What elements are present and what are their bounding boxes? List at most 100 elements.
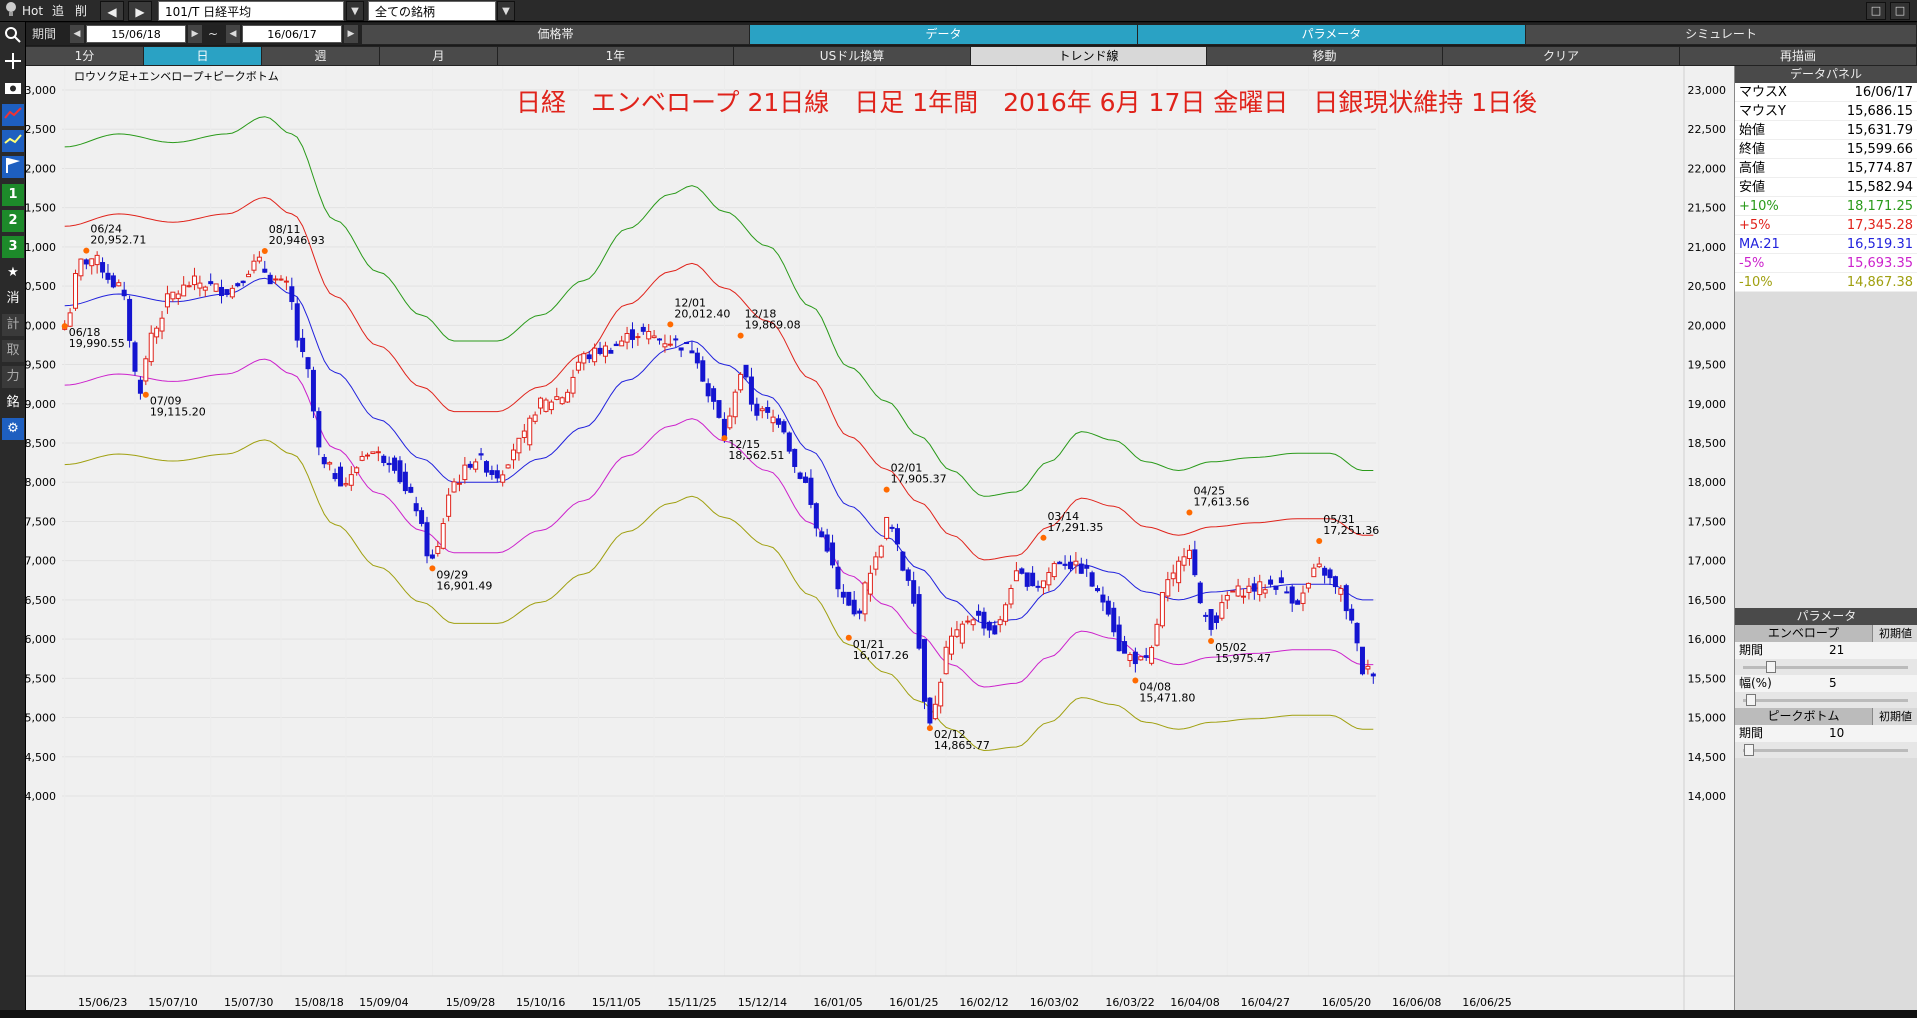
candle-body	[300, 337, 306, 353]
candle-body	[684, 342, 690, 345]
preset-2-button[interactable]: 2	[2, 210, 24, 232]
candle-body	[743, 364, 749, 378]
gear-icon[interactable]: ⚙	[2, 418, 24, 440]
slider-thumb[interactable]	[1765, 661, 1776, 673]
restore-window-button[interactable]: □	[1866, 2, 1886, 20]
candle-body	[408, 486, 414, 493]
line-chart-icon[interactable]	[2, 104, 24, 126]
peak-value-label: 15,471.80	[1139, 692, 1195, 705]
take-button[interactable]: 取	[2, 340, 24, 362]
delete-button[interactable]: 削	[75, 1, 87, 21]
candle-body	[1046, 572, 1052, 586]
tab-parameter[interactable]: パラメータ	[1138, 25, 1526, 44]
prev-symbol-button[interactable]: ◀	[100, 1, 124, 21]
tab-clear[interactable]: クリア	[1443, 47, 1680, 65]
peakbottom-reset-button[interactable]: 初期値	[1872, 708, 1917, 725]
candle-body	[1040, 580, 1046, 589]
candle-body	[1365, 665, 1371, 670]
candle-body	[219, 286, 225, 297]
slider-thumb[interactable]	[1745, 694, 1756, 706]
candlestick-chart[interactable]: 06/2420,952.7106/1819,990.5507/0919,115.…	[18, 66, 1734, 1010]
candle-body	[543, 399, 549, 412]
period-from-input[interactable]: 15/06/18	[86, 25, 186, 43]
candle-body	[938, 681, 944, 707]
main-toolbar: Hot 追 削 ◀ ▶ 101/T 日経平均 ▼ 全ての銘柄 ▼ □ □	[0, 0, 1917, 22]
data-row-label: -10%	[1739, 275, 1773, 290]
indicator-icon[interactable]	[2, 130, 24, 152]
add-button[interactable]: 追	[52, 1, 64, 21]
data-row-value: 15,631.79	[1846, 123, 1913, 138]
preset-3-button[interactable]: 3	[2, 236, 24, 258]
search-icon[interactable]	[2, 26, 24, 48]
star-icon[interactable]: ★	[2, 262, 24, 284]
hot-label[interactable]: Hot	[22, 1, 43, 21]
slider-thumb[interactable]	[1744, 744, 1755, 756]
tab-trendline[interactable]: トレンド線	[971, 47, 1207, 65]
candle-body	[700, 360, 706, 382]
erase-button[interactable]: 消	[2, 288, 24, 310]
envelope-reset-button[interactable]: 初期値	[1872, 625, 1917, 642]
tab-weekly[interactable]: 週	[262, 47, 380, 65]
candle-body	[1008, 588, 1014, 605]
from-prev-icon[interactable]: ◀	[70, 25, 84, 43]
candle-body	[1084, 565, 1090, 569]
candle-body	[181, 284, 187, 297]
tab-1year[interactable]: 1年	[498, 47, 734, 65]
filter-select[interactable]: 全ての銘柄	[368, 1, 496, 21]
candle-body	[992, 625, 998, 635]
envelope-width-slider[interactable]	[1735, 692, 1917, 708]
bottom-scrollbar[interactable]	[0, 1010, 1917, 1018]
candle-body	[516, 437, 522, 454]
candle-body	[1338, 588, 1344, 595]
stock-button[interactable]: 銘	[2, 392, 24, 414]
candle-body	[1370, 673, 1376, 677]
bulb-icon[interactable]	[2, 1, 20, 21]
tab-simulate[interactable]: シミュレート	[1526, 25, 1917, 44]
candle-body	[429, 554, 435, 559]
candle-body	[116, 282, 122, 287]
symbol-input[interactable]: 101/T 日経平均	[158, 1, 344, 21]
flag-icon[interactable]	[2, 156, 24, 178]
symbol-dropdown-icon[interactable]: ▼	[346, 1, 364, 21]
camera-icon[interactable]	[2, 78, 24, 100]
candle-body	[67, 312, 73, 327]
maximize-window-button[interactable]: □	[1890, 2, 1910, 20]
filter-dropdown-icon[interactable]: ▼	[497, 1, 515, 21]
tab-move[interactable]: 移動	[1207, 47, 1443, 65]
envelope-period-slider[interactable]	[1735, 659, 1917, 675]
to-next-icon[interactable]: ▶	[344, 25, 358, 43]
tab-daily[interactable]: 日	[144, 47, 262, 65]
tab-1min[interactable]: 1分	[26, 47, 144, 65]
candle-body	[808, 477, 814, 505]
data-panel-table: マウスX 16/06/17 マウスY 15,686.15 始値 15,631.79 終値 15…	[1735, 83, 1917, 292]
candle-body	[1138, 656, 1144, 661]
y-tick-label: 18,500	[26, 437, 56, 450]
peak-value-label: 16,017.26	[853, 649, 909, 662]
next-symbol-button[interactable]: ▶	[128, 1, 152, 21]
from-next-icon[interactable]: ▶	[188, 25, 202, 43]
preset-1-button[interactable]: 1	[2, 184, 24, 206]
tab-redraw[interactable]: 再描画	[1680, 47, 1917, 65]
candle-body	[332, 473, 338, 480]
tab-data[interactable]: データ	[750, 25, 1138, 44]
x-tick-label: 15/11/25	[667, 996, 716, 1009]
candle-body	[1349, 608, 1355, 621]
y-tick-label: 16,000	[26, 633, 56, 646]
candle-body	[1003, 604, 1009, 622]
force-button[interactable]: 力	[2, 366, 24, 388]
candle-body	[770, 416, 776, 424]
period-to-input[interactable]: 16/06/17	[242, 25, 342, 43]
candle-body	[846, 591, 852, 606]
to-prev-icon[interactable]: ◀	[226, 25, 240, 43]
chart-area[interactable]: 06/24 20,952.71 06/18 19,990.55 07/09 19,115.…	[18, 66, 1734, 1018]
tab-price-band[interactable]: 価格帯	[362, 25, 750, 44]
candle-body	[1062, 563, 1068, 566]
peakbottom-period-slider[interactable]	[1735, 742, 1917, 758]
crosshair-icon[interactable]	[2, 52, 24, 74]
peak-value-label: 19,990.55	[69, 337, 125, 350]
candle-body	[511, 449, 517, 461]
calc-button[interactable]: 計	[2, 314, 24, 336]
tab-usd[interactable]: USドル換算	[734, 47, 971, 65]
tab-monthly[interactable]: 月	[380, 47, 498, 65]
candle-body	[148, 332, 154, 363]
